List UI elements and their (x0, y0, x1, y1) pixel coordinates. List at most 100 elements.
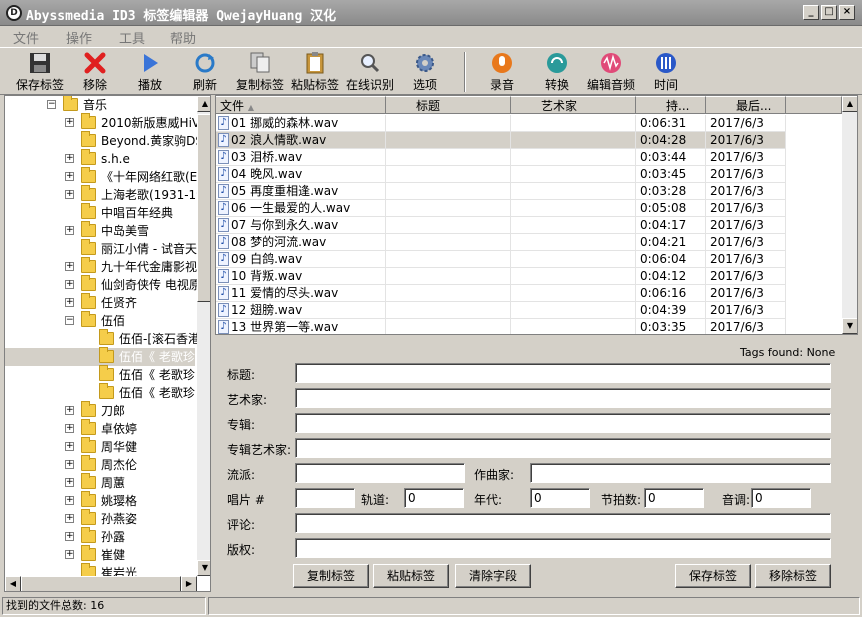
table-row[interactable]: ♪ 09 白鸽.wav 0:06:04 2017/6/3 (216, 251, 786, 268)
album-field[interactable] (295, 413, 831, 433)
tree-root[interactable]: − 音乐 (5, 96, 195, 114)
record-button[interactable]: 录音 (487, 48, 517, 94)
tree-item[interactable]: + 周杰伦 (5, 455, 195, 474)
save-tags-button[interactable]: 保存标签 (675, 564, 751, 588)
tree-item[interactable]: + 周华健 (5, 437, 195, 456)
expand-icon[interactable]: + (65, 550, 74, 559)
scroll-down-arrow-icon[interactable]: ▼ (197, 560, 210, 576)
expand-icon[interactable]: + (65, 442, 74, 451)
tree-item[interactable]: + 崔健 (5, 545, 195, 564)
refresh-button[interactable]: 刷新 (189, 48, 221, 94)
scroll-thumb[interactable] (197, 114, 210, 302)
expand-icon[interactable]: + (65, 280, 74, 289)
scroll-left-arrow-icon[interactable]: ◀ (5, 576, 21, 591)
tree-item[interactable]: + 九十年代金庸影视 (5, 257, 197, 276)
remove-button[interactable]: 移除 (78, 48, 112, 94)
folder-tree[interactable]: − 音乐 +2010新版惠威HiVi Beyond.黄家驹DSD + s.h.e + 《十… (4, 95, 211, 592)
expand-icon[interactable]: + (65, 118, 74, 127)
tree-item[interactable]: + 《十年网络红歌(E (5, 167, 197, 186)
expand-icon[interactable]: + (65, 532, 74, 541)
table-row[interactable]: ♪ 02 浪人情歌.wav 0:04:28 2017/6/3 (216, 132, 786, 149)
tree-item[interactable]: 丽江小倩 - 试音天 (5, 239, 197, 258)
scroll-up-arrow-icon[interactable]: ▲ (842, 96, 857, 112)
tree-item[interactable]: + 刀郎 (5, 401, 195, 420)
table-row[interactable]: ♪ 07 与你到永久.wav 0:04:17 2017/6/3 (216, 217, 786, 234)
tree-item[interactable]: + 孙燕姿 (5, 509, 195, 528)
track-field[interactable]: 0 (404, 488, 464, 508)
tree-item[interactable]: + 周蕙 (5, 473, 195, 492)
menu-action[interactable]: 操作 (66, 28, 92, 47)
tree-vertical-scrollbar[interactable]: ▲ ▼ (197, 96, 210, 576)
album-artist-field[interactable] (295, 438, 831, 458)
composer-field[interactable] (530, 463, 831, 483)
table-row[interactable]: ♪ 01 挪威的森林.wav 0:06:31 2017/6/3 (216, 115, 786, 132)
close-button[interactable]: × (839, 5, 855, 20)
table-row[interactable]: ♪ 06 一生最爱的人.wav 0:05:08 2017/6/3 (216, 200, 786, 217)
column-header-modified[interactable]: 最后... (706, 96, 786, 114)
expand-icon[interactable]: + (65, 514, 74, 523)
expand-icon[interactable]: + (65, 496, 74, 505)
column-header-file[interactable]: 文件 ▲ (216, 96, 386, 114)
paste-tags-button[interactable]: 粘贴标签 (289, 48, 341, 94)
tree-item[interactable]: 中唱百年经典 (5, 203, 195, 222)
table-row[interactable]: ♪ 08 梦的河流.wav 0:04:21 2017/6/3 (216, 234, 786, 251)
title-field[interactable] (295, 363, 831, 383)
copyright-field[interactable] (295, 538, 831, 558)
tree-item[interactable]: Beyond.黄家驹DSD (5, 131, 210, 150)
tree-item[interactable]: + 卓依婷 (5, 419, 195, 438)
tree-item[interactable]: + 任贤齐 (5, 293, 195, 312)
scroll-right-arrow-icon[interactable]: ▶ (181, 576, 197, 591)
copy-tags-button[interactable]: 复制标签 (293, 564, 369, 588)
menu-help[interactable]: 帮助 (170, 28, 196, 47)
convert-button[interactable]: 转换 (542, 48, 572, 94)
maximize-button[interactable]: □ (821, 5, 837, 20)
collapse-icon[interactable]: − (65, 316, 74, 325)
online-identify-button[interactable]: 在线识别 (344, 48, 396, 94)
edit-audio-button[interactable]: 编辑音频 (585, 48, 637, 94)
table-row[interactable]: ♪ 12 翅膀.wav 0:04:39 2017/6/3 (216, 302, 786, 319)
menu-tools[interactable]: 工具 (119, 28, 145, 47)
disc-field[interactable] (295, 488, 355, 508)
tree-item[interactable]: +2010新版惠威HiVi (5, 113, 203, 132)
expand-icon[interactable]: + (65, 424, 74, 433)
tree-item[interactable]: − 伍佰 (5, 311, 195, 330)
table-row[interactable]: ♪ 05 再度重相逢.wav 0:03:28 2017/6/3 (216, 183, 786, 200)
expand-icon[interactable]: + (65, 154, 74, 163)
tree-item[interactable]: 伍佰《 老歌珍 (5, 383, 195, 402)
year-field[interactable]: 0 (530, 488, 590, 508)
column-header-title[interactable]: 标题 (386, 96, 511, 114)
column-header-duration[interactable]: 持... (636, 96, 706, 114)
minimize-button[interactable]: _ (803, 5, 819, 20)
save-tags-button[interactable]: 保存标签 (14, 48, 66, 94)
tree-item[interactable]: + 仙剑奇侠传 电视原 (5, 275, 201, 294)
list-vertical-scrollbar[interactable]: ▲ ▼ (842, 96, 857, 334)
expand-icon[interactable]: + (65, 406, 74, 415)
table-row[interactable]: ♪ 03 泪桥.wav 0:03:44 2017/6/3 (216, 149, 786, 166)
options-button[interactable]: 选项 (408, 48, 442, 94)
clear-fields-button[interactable]: 清除字段 (455, 564, 531, 588)
artist-field[interactable] (295, 388, 831, 408)
scroll-down-arrow-icon[interactable]: ▼ (842, 318, 857, 334)
expand-icon[interactable]: + (65, 298, 74, 307)
file-list[interactable]: 文件 ▲ 标题 艺术家 持... 最后... ♪ 01 挪威的森林.wav 0:06… (215, 95, 858, 335)
column-header-artist[interactable]: 艺术家 (511, 96, 636, 114)
expand-icon[interactable]: + (65, 226, 74, 235)
tree-item[interactable]: 伍佰-[滚石香港 (5, 329, 200, 348)
bpm-field[interactable]: 0 (644, 488, 704, 508)
expand-icon[interactable]: + (65, 478, 74, 487)
table-row[interactable]: ♪ 04 晚风.wav 0:03:45 2017/6/3 (216, 166, 786, 183)
table-row[interactable]: ♪ 13 世界第一等.wav 0:03:35 2017/6/3 (216, 319, 786, 334)
scroll-up-arrow-icon[interactable]: ▲ (197, 96, 210, 112)
tree-item[interactable]: + 姚璎格 (5, 491, 195, 510)
expand-icon[interactable]: + (65, 172, 74, 181)
key-field[interactable]: 0 (751, 488, 811, 508)
tree-item[interactable]: 伍佰《 老歌珍 (5, 365, 195, 384)
paste-tags-button[interactable]: 粘贴标签 (373, 564, 449, 588)
collapse-icon[interactable]: − (47, 100, 56, 109)
tree-item[interactable]: + 中岛美雪 (5, 221, 195, 240)
scroll-thumb[interactable] (21, 576, 181, 591)
expand-icon[interactable]: + (65, 460, 74, 469)
table-row[interactable]: ♪ 10 背叛.wav 0:04:12 2017/6/3 (216, 268, 786, 285)
copy-tags-button[interactable]: 复制标签 (234, 48, 286, 94)
play-button[interactable]: 播放 (134, 48, 166, 94)
